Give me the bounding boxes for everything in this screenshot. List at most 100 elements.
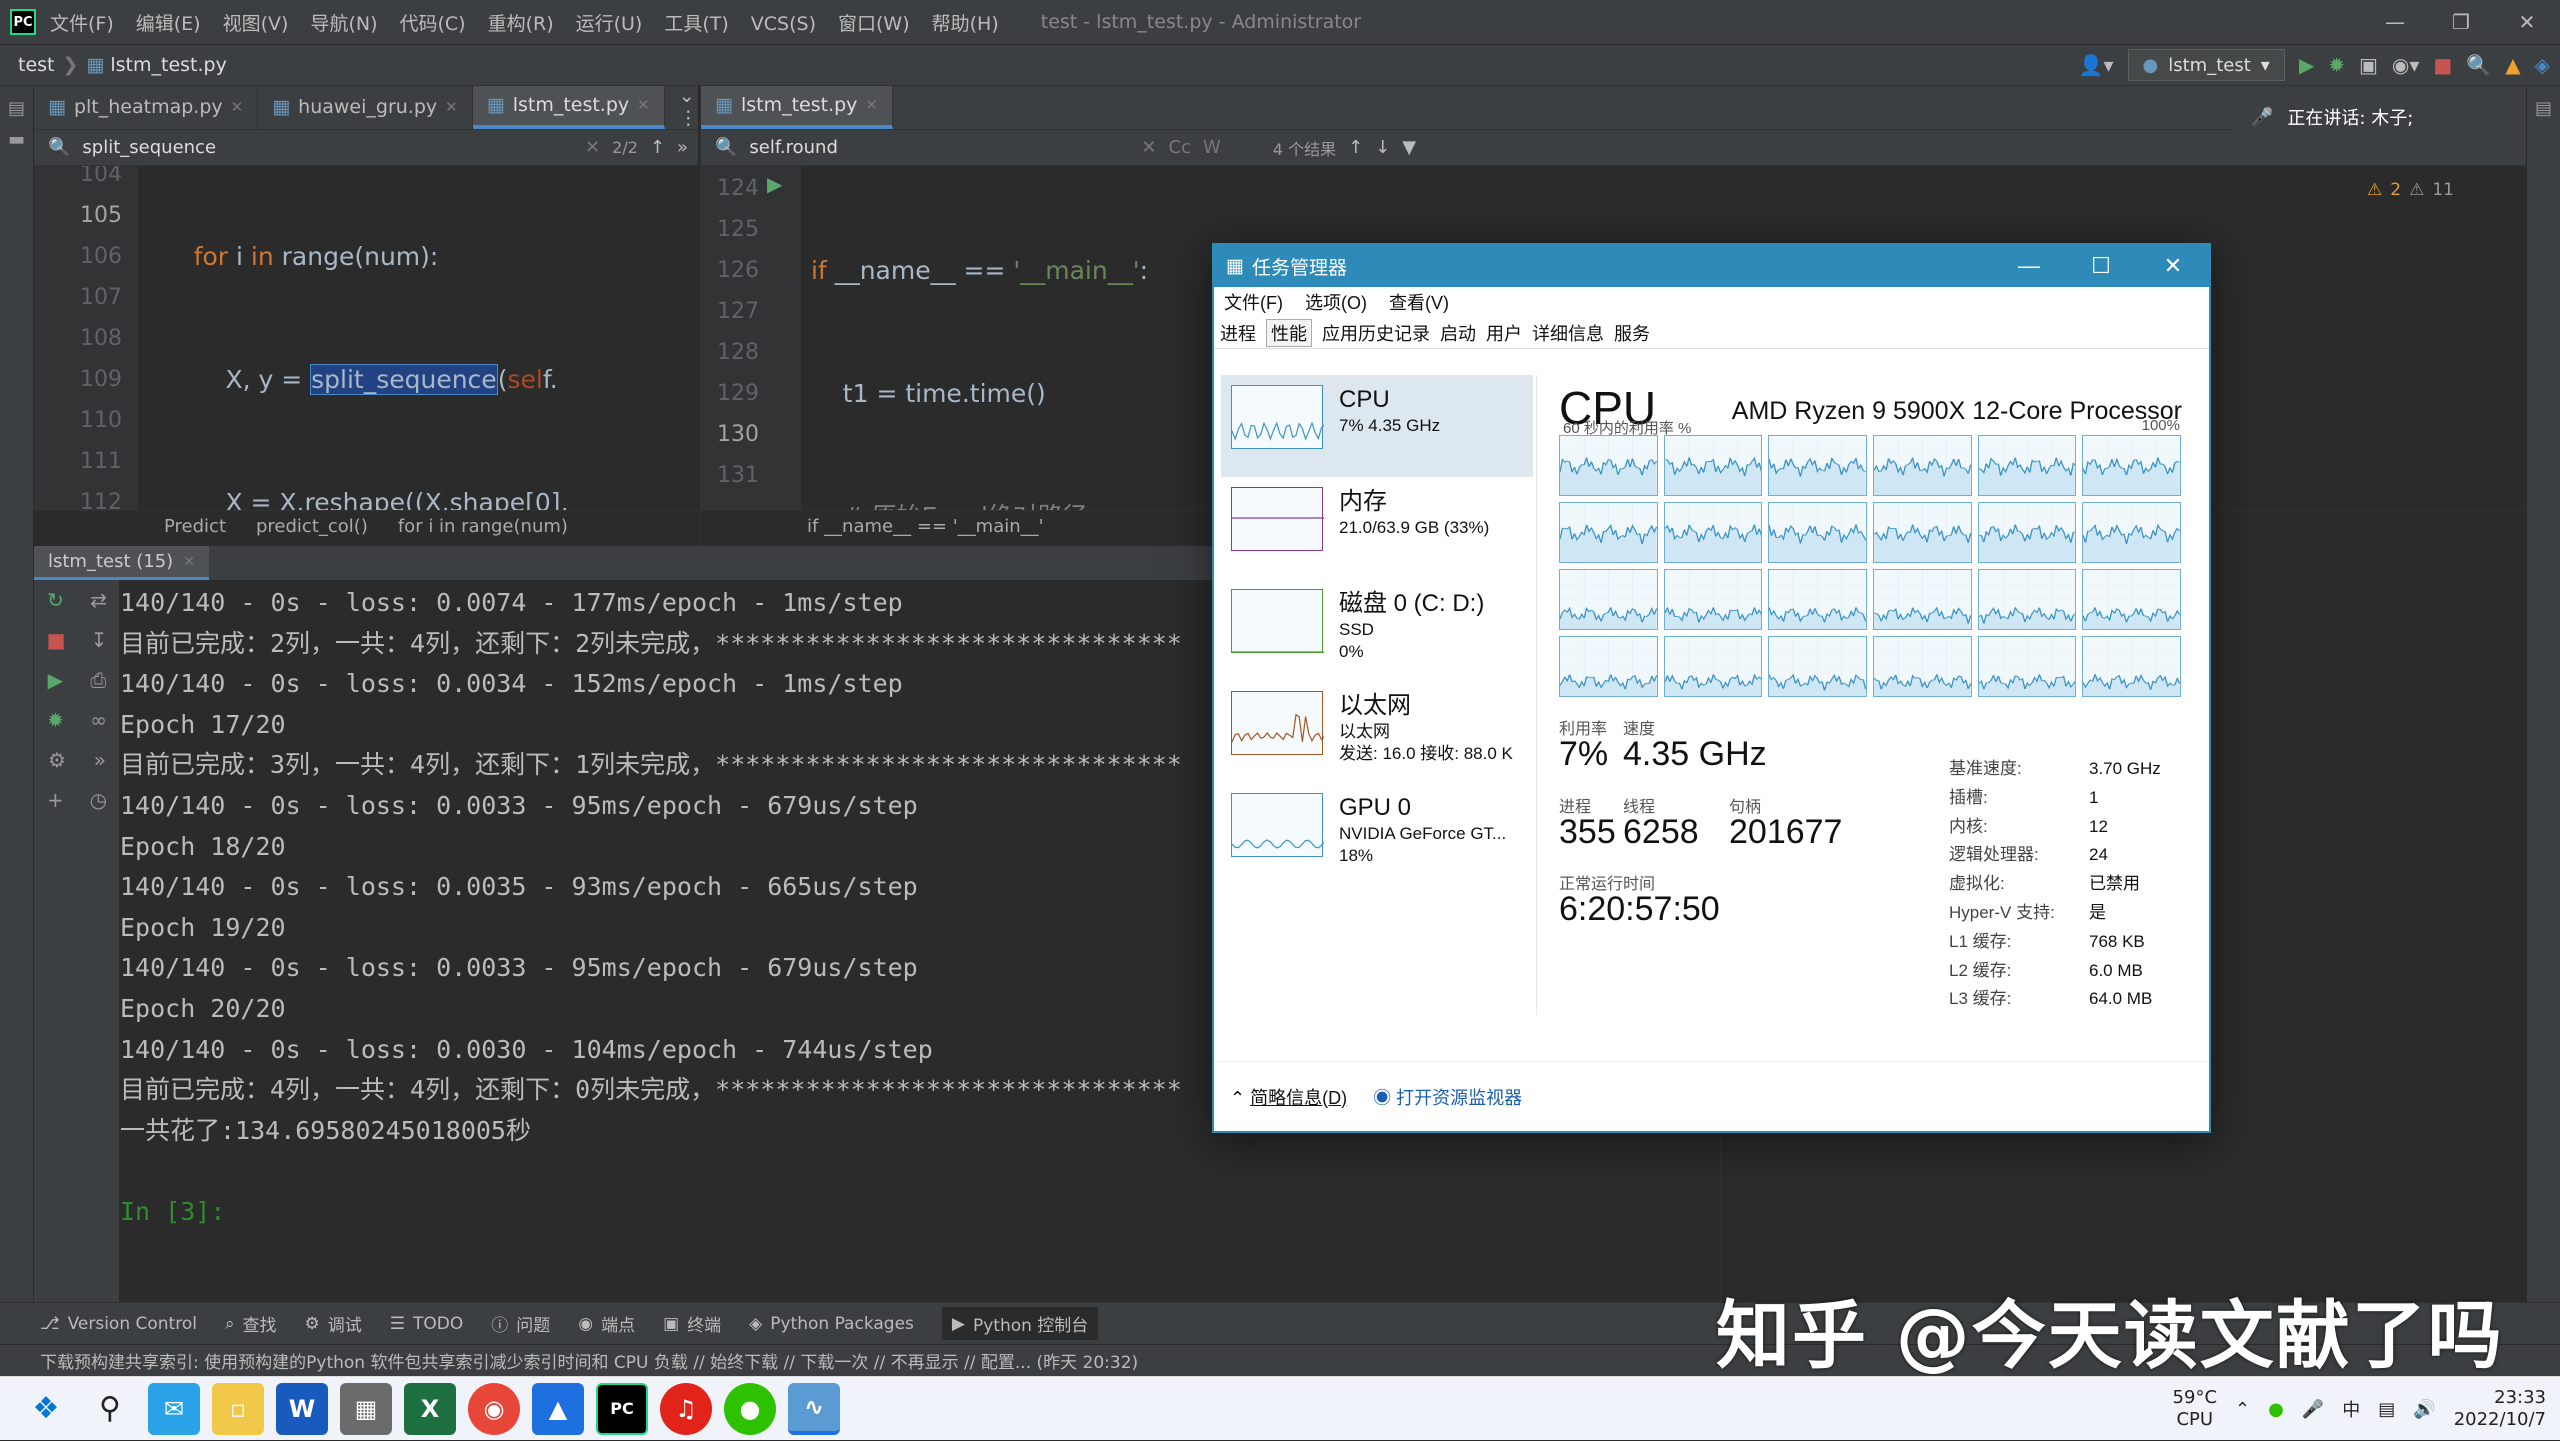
- rerun-icon[interactable]: ↻: [47, 588, 64, 612]
- task-manager-taskbar-icon[interactable]: ∿: [788, 1382, 840, 1435]
- find-input[interactable]: self.round: [749, 137, 1129, 158]
- crumb-class[interactable]: Predict: [164, 516, 226, 537]
- search-icon[interactable]: 🔍: [2466, 53, 2491, 77]
- photos-icon[interactable]: ▲: [532, 1382, 584, 1435]
- close-tab-icon[interactable]: ✕: [445, 98, 458, 116]
- microphone-icon[interactable]: 🎤: [2302, 1399, 2324, 1420]
- close-tab-icon[interactable]: ✕: [231, 98, 244, 116]
- perf-item[interactable]: GPU 0 NVIDIA GeForce GT... 18%: [1221, 783, 1533, 885]
- run-gutter-icon[interactable]: ▶: [767, 166, 801, 510]
- inspection-widget[interactable]: ⚠ 2 ⚠ 11: [2367, 180, 2454, 200]
- update-icon[interactable]: ▲: [2505, 53, 2520, 77]
- more-icon[interactable]: »: [677, 137, 698, 158]
- cpu-temp[interactable]: 59°C CPU: [2173, 1387, 2217, 1431]
- crumb-function[interactable]: predict_col(): [256, 516, 368, 537]
- tm-tab[interactable]: 应用历史记录: [1322, 320, 1430, 346]
- chevron-up-icon[interactable]: ⌃: [2235, 1399, 2250, 1420]
- stop-icon[interactable]: ■: [47, 628, 66, 652]
- tool-tab[interactable]: ◉ 端点: [578, 1311, 635, 1337]
- run-icon[interactable]: ▶: [2299, 53, 2314, 77]
- menu-item[interactable]: 运行(U): [576, 13, 643, 35]
- editor-tab[interactable]: ▦ lstm_test.py ✕: [472, 86, 665, 129]
- word-icon[interactable]: W: [276, 1382, 328, 1435]
- stop-icon[interactable]: ■: [2433, 53, 2452, 77]
- tool-tab[interactable]: ▣ 终端: [663, 1311, 721, 1337]
- find-input[interactable]: split_sequence: [82, 137, 573, 158]
- crumb-loop[interactable]: for i in range(num): [398, 516, 568, 537]
- file-explorer-icon[interactable]: ▫: [212, 1382, 264, 1435]
- tm-menu-item[interactable]: 选项(O): [1305, 289, 1367, 315]
- more-icon[interactable]: »: [94, 748, 106, 772]
- menu-item[interactable]: 代码(C): [399, 13, 465, 35]
- crumb-main[interactable]: if __name__ == '__main__': [807, 516, 1044, 537]
- minimize-icon[interactable]: —: [1993, 245, 2065, 287]
- close-icon[interactable]: ✕: [585, 137, 600, 158]
- fewer-details-button[interactable]: ⌃ 简略信息(D): [1230, 1084, 1347, 1110]
- close-icon[interactable]: ✕: [2137, 245, 2209, 287]
- left-code-area[interactable]: for i in range(num): X, y = split_sequen…: [138, 166, 698, 510]
- tool-tab[interactable]: ⚙ 调试: [305, 1311, 362, 1337]
- wrap-icon[interactable]: ⇄: [90, 588, 107, 612]
- run-icon[interactable]: ▶: [48, 668, 63, 692]
- tab-overflow-icon[interactable]: ⌄ ⋮: [665, 86, 698, 129]
- menu-item[interactable]: 帮助(H): [932, 13, 999, 35]
- pycharm-taskbar-icon[interactable]: PC: [596, 1382, 648, 1435]
- add-icon[interactable]: +: [47, 788, 64, 812]
- close-icon[interactable]: ✕: [2494, 0, 2560, 44]
- network-icon[interactable]: ▤: [2378, 1399, 2395, 1420]
- maximize-icon[interactable]: ❐: [2428, 0, 2494, 44]
- tm-tab[interactable]: 性能: [1266, 318, 1312, 347]
- status-message[interactable]: 下载预构建共享索引: 使用预构建的Python 软件包共享索引减少索引时间和 C…: [40, 1348, 1138, 1373]
- menu-item[interactable]: 重构(R): [488, 13, 554, 35]
- profile-icon[interactable]: ◉▾: [2392, 53, 2420, 77]
- tm-menu-item[interactable]: 文件(F): [1224, 289, 1283, 315]
- match-case-toggle[interactable]: Cc: [1169, 137, 1191, 158]
- maximize-icon[interactable]: ☐: [2065, 245, 2137, 287]
- perf-item[interactable]: 以太网 以太网 发送: 16.0 接收: 88.0 K: [1221, 681, 1533, 783]
- filter-icon[interactable]: ▼: [1402, 137, 1416, 158]
- tm-tab[interactable]: 用户: [1486, 320, 1522, 346]
- tm-tab[interactable]: 启动: [1440, 320, 1476, 346]
- tab-run-lstm-test[interactable]: lstm_test (15) ✕: [34, 546, 209, 580]
- mail-icon[interactable]: ✉: [148, 1382, 200, 1435]
- tool-tab[interactable]: ◈ Python Packages: [749, 1314, 914, 1334]
- menu-item[interactable]: 视图(V): [223, 13, 289, 35]
- pycharm-logo-icon[interactable]: PC: [10, 9, 36, 35]
- project-tool-icon[interactable]: ▤: [0, 98, 33, 119]
- chrome-icon[interactable]: ◉: [468, 1382, 520, 1435]
- search-icon[interactable]: ⚲: [84, 1383, 136, 1435]
- close-tab-icon[interactable]: ✕: [637, 96, 650, 114]
- tab-lstm-test-right[interactable]: ▦ lstm_test.py ✕: [701, 86, 893, 129]
- wechat-icon[interactable]: ●: [724, 1382, 776, 1435]
- history-icon[interactable]: ◷: [90, 788, 107, 812]
- print-icon[interactable]: ⎙: [90, 668, 106, 692]
- plugin-icon[interactable]: ◈: [2535, 53, 2550, 77]
- scroll-end-icon[interactable]: ↧: [91, 628, 108, 652]
- menu-item[interactable]: 工具(T): [664, 13, 728, 35]
- perf-item[interactable]: 内存 21.0/63.9 GB (33%): [1221, 477, 1533, 579]
- settings-icon[interactable]: ⚙: [48, 748, 66, 772]
- minimize-icon[interactable]: —: [2362, 0, 2428, 44]
- menu-item[interactable]: 窗口(W): [838, 13, 910, 35]
- excel-icon[interactable]: X: [404, 1382, 456, 1435]
- prev-match-icon[interactable]: ↑: [1348, 137, 1363, 158]
- prev-match-icon[interactable]: ↑: [650, 137, 665, 158]
- database-tool-icon[interactable]: ▤: [2527, 98, 2560, 119]
- tm-tab[interactable]: 进程: [1220, 320, 1256, 346]
- debug-icon[interactable]: ✹: [2328, 53, 2345, 77]
- calculator-icon[interactable]: ▦: [340, 1382, 392, 1435]
- structure-tool-icon[interactable]: ▬: [0, 129, 33, 150]
- clock[interactable]: 23:33 2022/10/7: [2454, 1387, 2546, 1431]
- whole-word-toggle[interactable]: W: [1203, 137, 1221, 158]
- user-icon[interactable]: 👤▾: [2079, 53, 2114, 77]
- tm-menu-item[interactable]: 查看(V): [1389, 289, 1449, 315]
- volume-icon[interactable]: 🔊: [2413, 1399, 2435, 1420]
- coverage-icon[interactable]: ▣: [2359, 53, 2378, 77]
- debug-icon[interactable]: ✹: [47, 708, 64, 732]
- ime-icon[interactable]: 中: [2342, 1396, 2360, 1422]
- tool-tab[interactable]: ⎇ Version Control: [40, 1314, 197, 1334]
- breadcrumb-project[interactable]: test: [18, 54, 55, 76]
- tray-app-icon[interactable]: ●: [2268, 1399, 2284, 1420]
- tm-tab[interactable]: 服务: [1614, 320, 1650, 346]
- menu-item[interactable]: VCS(S): [751, 13, 816, 35]
